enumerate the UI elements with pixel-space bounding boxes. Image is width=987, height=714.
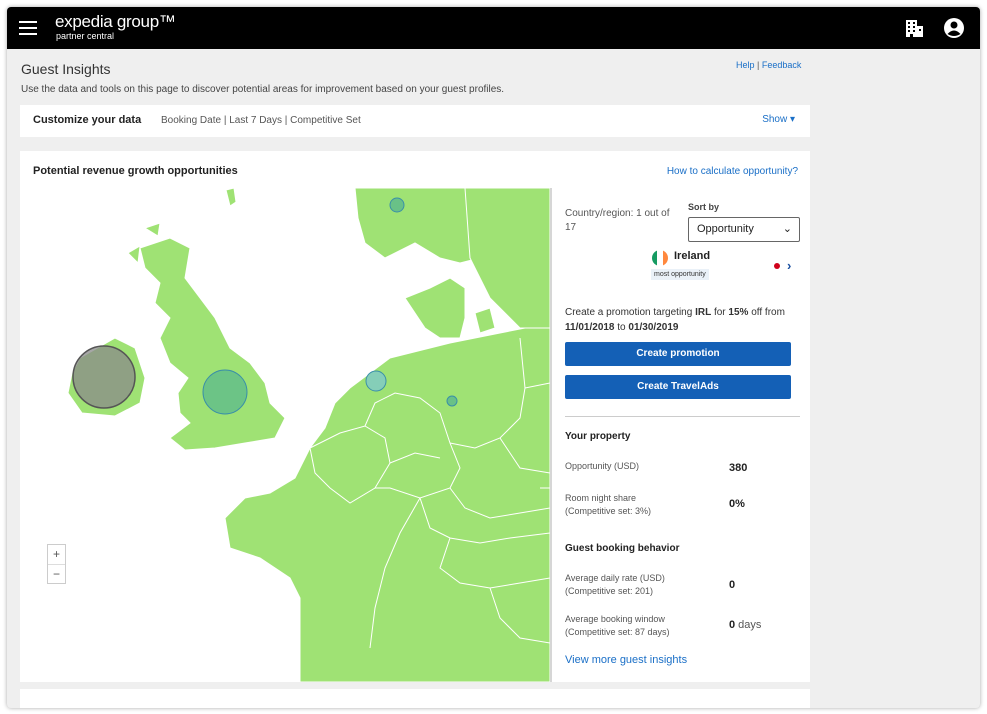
page-header: Guest Insights xyxy=(21,61,111,77)
customize-title: Customize your data xyxy=(33,114,142,126)
promo-code: IRL xyxy=(695,307,712,318)
promo-to-word: to xyxy=(614,322,629,333)
zoom-in-button[interactable]: + xyxy=(48,545,65,564)
promo-mid2: off from xyxy=(748,307,785,318)
next-country-icon[interactable]: › xyxy=(787,258,791,273)
ireland-flag-icon xyxy=(652,250,668,266)
opportunity-badge: most opportunity xyxy=(651,269,709,280)
booking-window-sub: (Competitive set: 87 days) xyxy=(565,627,670,637)
feedback-link[interactable]: Feedback xyxy=(762,60,802,70)
how-to-calculate-link[interactable]: How to calculate opportunity? xyxy=(667,166,798,177)
promo-mid: for xyxy=(711,307,729,318)
room-share-sub: (Competitive set: 3%) xyxy=(565,506,652,516)
zoom-control: + − xyxy=(47,544,66,584)
map[interactable]: + − xyxy=(20,188,550,682)
opportunity-panel: Country/region: 1 out of 17 Sort by Oppo… xyxy=(550,188,810,682)
room-share-title: Room night share xyxy=(565,493,637,503)
revenue-title: Potential revenue growth opportunities xyxy=(33,165,238,177)
country-name: Ireland xyxy=(674,250,711,262)
help-links: Help | Feedback xyxy=(736,60,801,70)
guest-behavior-heading: Guest booking behavior xyxy=(565,543,680,554)
show-toggle[interactable]: Show ▾ xyxy=(762,114,795,125)
map-canvas[interactable] xyxy=(20,188,550,682)
opportunity-label: Opportunity (USD) xyxy=(565,461,640,471)
top-bar: expedia group™ partner central xyxy=(7,7,980,49)
bubble-ireland[interactable] xyxy=(72,345,136,409)
help-link[interactable]: Help xyxy=(736,60,755,70)
bubble-germany[interactable] xyxy=(446,395,458,407)
promo-text: Create a promotion targeting IRL for 15%… xyxy=(565,305,801,335)
country-count: Country/region: 1 out of 17 xyxy=(565,208,670,233)
logo-sub: partner central xyxy=(56,31,115,41)
building-icon[interactable] xyxy=(903,17,925,39)
promo-percent: 15% xyxy=(728,307,749,318)
promo-to-date: 01/30/2019 xyxy=(628,322,679,333)
view-more-insights-link[interactable]: View more guest insights xyxy=(565,654,687,666)
next-card xyxy=(20,689,810,708)
chevron-down-icon: ⌄ xyxy=(782,223,792,235)
room-share-value: 0% xyxy=(729,498,745,510)
menu-icon[interactable] xyxy=(19,21,37,35)
opportunity-value: 380 xyxy=(729,462,748,474)
your-property-heading: Your property xyxy=(565,431,631,442)
adr-sub: (Competitive set: 201) xyxy=(565,586,654,596)
bubble-norway[interactable] xyxy=(389,197,405,213)
booking-window-title: Average booking window xyxy=(565,614,665,624)
bubble-netherlands[interactable] xyxy=(365,370,387,392)
logo[interactable]: expedia group™ partner central xyxy=(55,12,176,42)
create-travelads-button[interactable]: Create TravelAds xyxy=(565,375,791,399)
adr-title: Average daily rate (USD) xyxy=(565,573,665,583)
booking-window-unit: days xyxy=(735,619,762,631)
create-promotion-button[interactable]: Create promotion xyxy=(565,342,791,366)
link-separator: | xyxy=(757,60,760,70)
sort-select[interactable]: Opportunity ⌄ xyxy=(688,217,800,242)
booking-window-label: Average booking window (Competitive set:… xyxy=(565,613,670,639)
sort-value: Opportunity xyxy=(697,223,754,235)
customize-card: Customize your data Booking Date | Last … xyxy=(20,105,810,137)
adr-value: 0 xyxy=(729,579,736,591)
customize-filters: Booking Date | Last 7 Days | Competitive… xyxy=(161,115,361,126)
sort-label: Sort by xyxy=(688,202,720,212)
promo-prefix: Create a promotion targeting xyxy=(565,307,696,318)
page-title: Guest Insights xyxy=(21,61,111,77)
indicator-dot-icon xyxy=(774,263,780,269)
divider xyxy=(565,416,800,417)
map-land xyxy=(67,188,550,682)
booking-window-value: 0 days xyxy=(729,619,761,631)
page-description: Use the data and tools on this page to d… xyxy=(21,84,505,95)
logo-main: expedia group™ xyxy=(55,12,176,31)
app-window: expedia group™ partner central Guest Ins… xyxy=(7,7,980,708)
adr-label: Average daily rate (USD) (Competitive se… xyxy=(565,572,665,598)
bubble-uk[interactable] xyxy=(202,369,248,415)
revenue-card: Potential revenue growth opportunities H… xyxy=(20,151,810,682)
room-share-label: Room night share (Competitive set: 3%) xyxy=(565,492,651,518)
zoom-out-button[interactable]: − xyxy=(48,564,65,583)
promo-from-date: 11/01/2018 xyxy=(565,322,615,333)
account-icon[interactable] xyxy=(943,17,965,39)
